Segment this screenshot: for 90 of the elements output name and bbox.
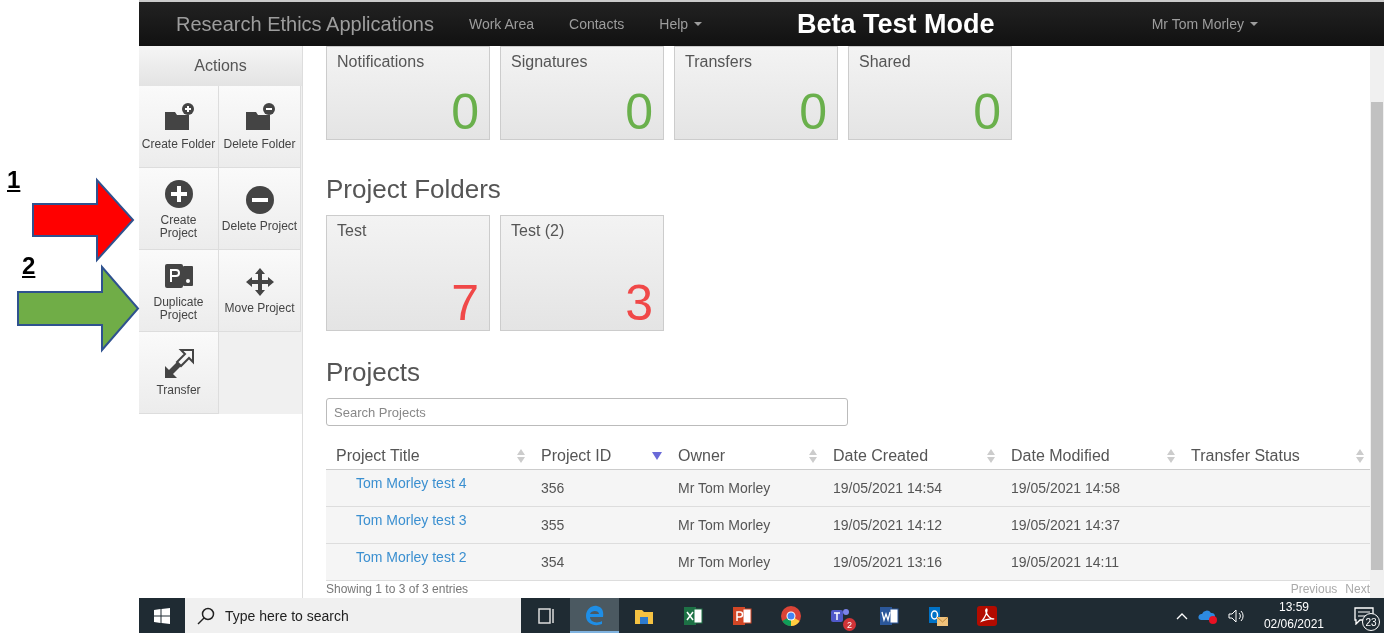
column-header[interactable]: Date Modified — [1001, 443, 1181, 469]
search-field[interactable]: Search Projects — [326, 398, 848, 426]
presentation-icon — [730, 604, 753, 627]
notification-badge: 2 — [843, 618, 856, 631]
caret-icon — [1250, 22, 1258, 26]
browser-e-icon — [583, 603, 606, 626]
column-header[interactable]: Transfer Status — [1181, 443, 1370, 469]
chrome-browser-icon — [779, 604, 802, 627]
card-title: Signatures — [511, 53, 589, 71]
plus-circle-icon — [162, 177, 195, 210]
card-count: 0 — [973, 87, 1001, 137]
column-header[interactable]: Date Created — [823, 443, 1001, 469]
column-label: Date Created — [833, 447, 929, 465]
card-title: Shared — [859, 53, 912, 71]
action-button[interactable]: Delete Folder — [219, 86, 301, 168]
card-count: 0 — [625, 87, 653, 137]
card-title: Test (2) — [511, 222, 566, 240]
column-header[interactable]: Owner — [668, 443, 823, 469]
action-button[interactable]: Delete Project — [219, 168, 301, 250]
stat-card[interactable]: Signatures 0 — [500, 46, 664, 140]
document-icon — [877, 604, 900, 627]
transfer-arrows-icon — [162, 348, 195, 381]
table-cell-text: 19/05/2021 13:16 — [832, 553, 943, 572]
card-title: Notifications — [337, 53, 426, 71]
section-heading: Project Folders — [326, 174, 502, 205]
search-placeholder: Type here to search — [225, 607, 349, 624]
scrollbar[interactable] — [1370, 46, 1384, 598]
scrollbar-thumb[interactable] — [1371, 102, 1383, 570]
table-info: Showing 1 to 3 of 3 entries — [326, 582, 469, 596]
taskbar-app[interactable]: 2 — [815, 598, 864, 633]
stat-card[interactable]: Transfers 0 — [674, 46, 838, 140]
message-icon — [1354, 606, 1374, 625]
user-menu[interactable]: Mr Tom Morley — [1151, 16, 1258, 32]
action-button[interactable]: Create Folder — [139, 86, 219, 168]
speaker-icon — [1227, 608, 1244, 623]
folder-card[interactable]: Test (2) 3 — [500, 215, 664, 331]
column-label: Date Modified — [1011, 447, 1110, 465]
taskbar-clock[interactable]: 13:59 02/06/2021 — [1253, 599, 1334, 632]
nav-link[interactable]: Work Area — [468, 16, 535, 32]
card-count: 7 — [451, 278, 479, 328]
nav-link[interactable]: Contacts — [569, 16, 625, 32]
column-label: Project ID — [541, 447, 612, 465]
table-cell-text: 19/05/2021 14:37 — [1010, 516, 1121, 535]
table-cell-text: Mr Tom Morley — [677, 553, 772, 572]
column-header[interactable]: Project Title — [326, 443, 531, 469]
table-cell-text: 19/05/2021 14:54 — [832, 479, 943, 498]
annotation-number: 1 — [7, 166, 21, 194]
column-label: Transfer Status — [1191, 447, 1300, 465]
taskbar-search-field[interactable]: Type here to search — [185, 598, 521, 633]
clock-time: 13:59 — [1278, 599, 1309, 616]
action-button[interactable]: Move Project — [219, 250, 301, 332]
caret-icon — [694, 22, 703, 26]
clock-date: 02/06/2021 — [1263, 615, 1324, 632]
stat-card[interactable]: Shared 0 — [848, 46, 1012, 140]
card-title: Transfers — [685, 53, 753, 71]
table-cell-text: Mr Tom Morley — [677, 479, 772, 498]
app-title[interactable]: Research Ethics Applications — [176, 12, 434, 36]
card-title: Test — [337, 222, 368, 240]
table-cell-text: 19/05/2021 14:11 — [1010, 553, 1120, 572]
minus-circle-icon — [243, 184, 276, 217]
chevron-up-icon — [1175, 611, 1188, 620]
column-label: Project Title — [336, 447, 420, 465]
card-count: 0 — [451, 87, 479, 137]
action-button[interactable]: Create Project — [139, 168, 219, 250]
folder-card[interactable]: Test 7 — [326, 215, 490, 331]
pdf-app-icon — [975, 604, 998, 627]
table-cell-text: 355 — [540, 516, 566, 535]
table-cell-text: 354 — [540, 553, 566, 572]
annotation-number: 2 — [22, 252, 36, 280]
section-heading: Projects — [326, 357, 421, 388]
notification-count: 23 — [1362, 613, 1380, 631]
column-header[interactable]: Project ID — [531, 443, 668, 469]
column-label: Owner — [678, 447, 726, 465]
card-count: 3 — [625, 278, 653, 328]
table-cell-text: 356 — [540, 479, 566, 498]
table-cell-text: 19/05/2021 14:12 — [832, 516, 943, 535]
table-cell-text: Mr Tom Morley — [677, 516, 772, 535]
nav-link[interactable]: Help — [659, 16, 703, 32]
action-button[interactable]: Transfer — [139, 332, 219, 414]
notification-center-button[interactable]: 23 — [1344, 598, 1384, 633]
search-icon — [197, 606, 215, 625]
actions-header: Actions — [139, 46, 302, 86]
windows-icon — [154, 607, 170, 624]
stat-card[interactable]: Notifications 0 — [326, 46, 490, 140]
spreadsheet-icon — [681, 604, 704, 627]
table-cell-text: 19/05/2021 14:58 — [1010, 479, 1121, 498]
mail-app-icon — [926, 604, 949, 627]
mode-title: Beta Test Mode — [797, 8, 995, 40]
card-count: 0 — [799, 87, 827, 137]
action-button[interactable]: Duplicate Project — [139, 250, 219, 332]
